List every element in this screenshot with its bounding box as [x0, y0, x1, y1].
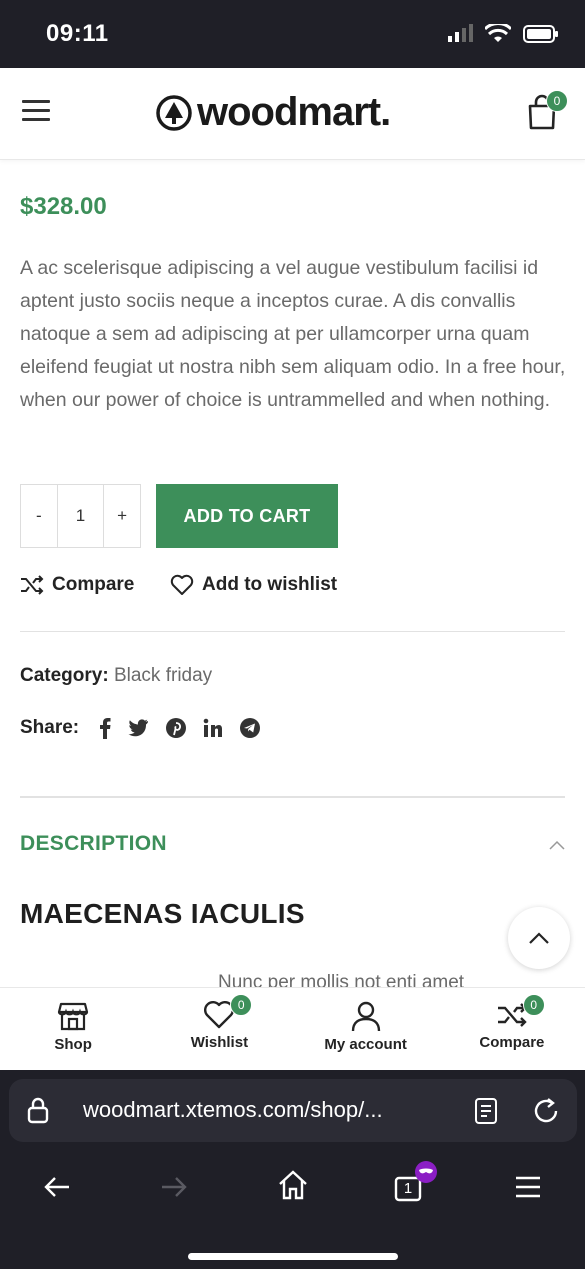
hamburger-menu-icon[interactable] — [514, 1175, 542, 1199]
wifi-icon — [485, 24, 511, 42]
user-icon — [351, 1001, 380, 1032]
qty-input[interactable]: 1 — [58, 485, 105, 547]
site-header: woodmart. 0 — [0, 68, 585, 160]
facebook-icon[interactable] — [99, 717, 111, 739]
quantity-stepper: - 1 + — [20, 484, 141, 548]
section-divider — [20, 796, 565, 798]
toolbar-compare[interactable]: 0 Compare — [439, 988, 585, 1070]
add-to-cart-button[interactable]: ADD TO CART — [156, 484, 338, 548]
qty-decrease-button[interactable]: - — [21, 485, 58, 547]
divider — [20, 631, 565, 632]
linkedin-icon[interactable] — [203, 718, 223, 738]
bottom-toolbar: Shop 0 Wishlist My account 0 Compare — [0, 987, 585, 1070]
cart-button[interactable]: 0 — [526, 90, 568, 130]
toolbar-my-account-label: My account — [324, 1036, 407, 1053]
toolbar-shop[interactable]: Shop — [0, 988, 146, 1070]
status-time: 09:11 — [46, 20, 109, 47]
category-link[interactable]: Black friday — [114, 665, 212, 686]
tree-logo-icon — [156, 94, 192, 131]
private-mode-icon — [415, 1161, 437, 1183]
add-to-wishlist-link[interactable]: Add to wishlist — [170, 574, 337, 596]
cellular-signal-icon — [448, 24, 473, 42]
product-short-description: A ac scelerisque adipiscing a vel augue … — [20, 257, 566, 411]
back-arrow-icon[interactable] — [42, 1172, 72, 1202]
status-bar: 09:11 — [0, 0, 585, 68]
content-text-partial: Nunc per mollis not enti amet — [218, 972, 465, 988]
home-indicator — [188, 1253, 398, 1260]
scroll-to-top-button[interactable] — [508, 907, 570, 969]
reload-icon[interactable] — [531, 1096, 561, 1126]
chevron-up-icon — [529, 932, 549, 944]
toolbar-my-account[interactable]: My account — [293, 988, 439, 1070]
tabs-button[interactable]: 1 — [394, 1161, 437, 1202]
toolbar-shop-label: Shop — [54, 1036, 92, 1053]
wishlist-label: Add to wishlist — [202, 574, 338, 595]
forward-arrow-icon — [162, 1177, 187, 1197]
twitter-icon[interactable] — [127, 719, 149, 737]
menu-icon[interactable] — [22, 100, 50, 122]
compare-link[interactable]: Compare — [20, 574, 134, 596]
content-heading: MAECENAS IACULIS — [20, 898, 305, 929]
toolbar-wishlist[interactable]: 0 Wishlist — [146, 988, 292, 1070]
compare-count-badge: 0 — [522, 994, 545, 1016]
reader-mode-icon[interactable] — [474, 1097, 498, 1125]
wishlist-count-badge: 0 — [230, 994, 253, 1016]
chevron-up-icon[interactable] — [548, 840, 566, 850]
share-row: Share: — [20, 717, 261, 739]
product-category: Category: Black friday — [20, 665, 212, 687]
telegram-icon[interactable] — [239, 717, 261, 739]
shuffle-icon — [21, 575, 44, 595]
url-text: woodmart.xtemos.com/shop/... — [83, 1097, 383, 1122]
store-icon — [58, 1002, 89, 1031]
lock-icon — [27, 1097, 49, 1124]
site-logo[interactable]: woodmart. — [155, 90, 391, 135]
battery-icon — [523, 25, 558, 43]
tab-description[interactable]: DESCRIPTION — [20, 832, 167, 856]
logo-text: woodmart. — [197, 90, 391, 134]
share-label: Share: — [20, 717, 80, 738]
home-icon[interactable] — [277, 1169, 309, 1201]
status-icons — [447, 24, 559, 44]
qty-increase-button[interactable]: + — [104, 485, 140, 547]
toolbar-compare-label: Compare — [479, 1034, 545, 1051]
pinterest-icon[interactable] — [165, 717, 187, 739]
heart-icon — [170, 574, 194, 595]
toolbar-wishlist-label: Wishlist — [190, 1034, 249, 1051]
cart-count-badge: 0 — [546, 90, 568, 112]
category-label: Category: — [20, 665, 109, 686]
address-bar[interactable]: woodmart.xtemos.com/shop/... — [9, 1079, 577, 1142]
product-price: $328.00 — [20, 193, 107, 220]
compare-label: Compare — [52, 574, 135, 595]
